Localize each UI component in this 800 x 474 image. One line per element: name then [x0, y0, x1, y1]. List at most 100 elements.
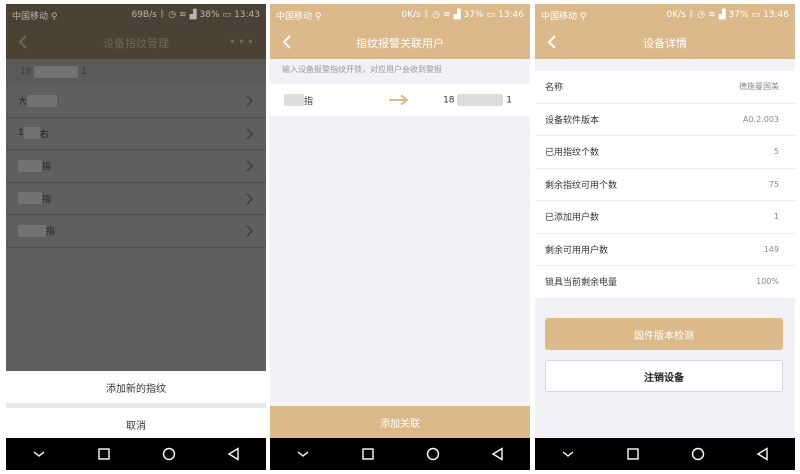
- carrier-label: 中国移动: [276, 11, 313, 22]
- device-info-list: 名称 德施曼国美 设备软件版本 A0.2.003 已用指纹个数 5 剩余指纹可用…: [535, 71, 795, 299]
- chevron-right-icon: [246, 193, 253, 204]
- add-fingerprint-button[interactable]: 添加新的指纹: [6, 371, 266, 403]
- nav-home-icon[interactable]: [425, 446, 441, 462]
- info-label: 名称: [545, 83, 564, 94]
- chevron-right-icon: [246, 160, 253, 172]
- battery-percent: 38%: [199, 10, 220, 20]
- info-value: 149: [763, 244, 779, 254]
- fingerprint-suffix: 指: [304, 96, 314, 107]
- clock: 13:46: [498, 10, 524, 20]
- fingerprint-prefix: 1: [18, 128, 24, 139]
- fingerprint-management-screen: 中国移动 ⚲ 69B/s ᛒ ◷ ≋ ▟ 38% ▭ 13:43 设备指纹管理 …: [6, 4, 266, 470]
- account-suffix: 1: [81, 67, 87, 77]
- nav-recents-icon[interactable]: [360, 446, 376, 462]
- info-label: 已添加用户数: [545, 213, 600, 224]
- page-title: 设备指纹管理: [103, 36, 169, 50]
- redacted-block: [18, 192, 42, 205]
- list-item[interactable]: 1 右: [6, 118, 266, 150]
- info-row-remaining-users: 剩余可用用户数 149: [535, 234, 795, 266]
- list-item[interactable]: 指: [6, 183, 266, 215]
- unregister-device-button[interactable]: 注销设备: [545, 360, 783, 392]
- net-speed: 69B/s: [131, 10, 157, 20]
- title-bar: 设备指纹管理 •••: [6, 26, 266, 59]
- nav-menu-icon[interactable]: [560, 446, 576, 462]
- list-item[interactable]: 大: [6, 85, 266, 118]
- status-bar: 中国移动 ⚲ 0K/s ᛒ ◷ ≋ ▟ 37% ▭ 13:46: [535, 4, 795, 26]
- carrier-group: 中国移动 ⚲: [12, 9, 57, 22]
- fingerprint-list: 18 1 大 1 右 指 指 指: [6, 59, 266, 371]
- nav-recents-icon[interactable]: [96, 446, 112, 462]
- info-label: 剩余指纹可用个数: [545, 180, 618, 191]
- chevron-right-icon: [246, 225, 253, 237]
- phone-prefix: 18: [443, 95, 455, 106]
- fingerprint-suffix: 右: [39, 129, 49, 140]
- signal-icon: ▟: [718, 10, 726, 20]
- key-icon: ⚲: [314, 11, 322, 22]
- action-sheet: 添加新的指纹 取消: [6, 371, 266, 438]
- info-label: 锁具当前剩余电量: [545, 278, 618, 289]
- battery-icon: ▭: [751, 10, 761, 20]
- instruction-text: 输入设备报警指纹开锁，对应用户会收到警报: [282, 65, 442, 74]
- list-item[interactable]: 指: [6, 150, 266, 183]
- nav-back-icon[interactable]: [755, 446, 771, 462]
- nav-home-icon[interactable]: [161, 446, 177, 462]
- chevron-right-icon: [246, 95, 253, 107]
- redacted-block: [23, 127, 40, 140]
- clock: 13:43: [234, 10, 260, 20]
- phone-suffix: 1: [506, 95, 512, 106]
- carrier-label: 中国移动: [12, 11, 49, 22]
- association-row[interactable]: 指 18 1: [270, 84, 530, 116]
- status-right: 0K/s ᛒ ◷ ≋ ▟ 37% ▭ 13:46: [666, 10, 789, 20]
- nav-menu-icon[interactable]: [31, 446, 47, 462]
- info-row-name: 名称 德施曼国美: [535, 71, 795, 104]
- arrow-right-icon: [389, 94, 409, 106]
- nav-back-icon[interactable]: [226, 446, 242, 462]
- account-header: 18 1: [6, 59, 266, 85]
- fingerprint-suffix: 指: [42, 194, 52, 205]
- bluetooth-icon: ᛒ: [688, 10, 695, 20]
- net-speed: 0K/s: [666, 10, 686, 20]
- key-icon: ⚲: [579, 11, 587, 22]
- nav-home-icon[interactable]: [690, 446, 706, 462]
- page-title: 指纹报警关联用户: [356, 36, 444, 50]
- alarm-association-screen: 中国移动 ⚲ 0K/s ᛒ ◷ ≋ ▟ 37% ▭ 13:46 指纹报警关联用户…: [270, 4, 530, 470]
- more-icon[interactable]: •••: [229, 35, 256, 49]
- battery-icon: ▭: [222, 10, 232, 20]
- phone-number: 18 1: [443, 94, 512, 106]
- info-row-used-fingerprints: 已用指纹个数 5: [535, 136, 795, 169]
- net-speed: 0K/s: [401, 10, 421, 20]
- nav-recents-icon[interactable]: [625, 446, 641, 462]
- wifi-icon: ≋: [443, 10, 451, 20]
- info-value: 德施曼国美: [739, 82, 779, 92]
- info-row-added-users: 已添加用户数 1: [535, 201, 795, 234]
- android-nav-bar: [535, 438, 795, 470]
- bluetooth-icon: ᛒ: [159, 10, 166, 20]
- firmware-check-button[interactable]: 固件版本检测: [545, 318, 783, 350]
- back-icon[interactable]: [543, 32, 563, 52]
- add-association-button[interactable]: 添加关联: [270, 406, 530, 438]
- chevron-right-icon: [246, 128, 253, 139]
- signal-icon: ▟: [189, 10, 197, 20]
- battery-percent: 37%: [728, 10, 749, 20]
- info-label: 剩余可用用户数: [545, 245, 609, 256]
- status-right: 0K/s ᛒ ◷ ≋ ▟ 37% ▭ 13:46: [401, 10, 524, 20]
- list-item[interactable]: 指: [6, 215, 266, 248]
- nav-back-icon[interactable]: [490, 446, 506, 462]
- cancel-button[interactable]: 取消: [6, 408, 266, 440]
- title-bar: 指纹报警关联用户: [270, 26, 530, 59]
- wifi-icon: ≋: [179, 10, 187, 20]
- alarm-icon: ◷: [168, 10, 177, 20]
- redacted-block: [457, 94, 504, 106]
- info-value: 75: [768, 179, 779, 189]
- back-icon[interactable]: [278, 32, 298, 52]
- redacted-block: [18, 224, 46, 237]
- redacted-block: [34, 65, 79, 78]
- back-icon[interactable]: [14, 32, 34, 52]
- alarm-icon: ◷: [697, 10, 706, 20]
- status-bar: 中国移动 ⚲ 69B/s ᛒ ◷ ≋ ▟ 38% ▭ 13:43: [6, 4, 266, 26]
- info-row-software-version: 设备软件版本 A0.2.003: [535, 104, 795, 136]
- nav-menu-icon[interactable]: [295, 446, 311, 462]
- carrier-label: 中国移动: [541, 11, 578, 22]
- info-value: 1: [773, 212, 779, 222]
- account-prefix: 18: [20, 67, 32, 77]
